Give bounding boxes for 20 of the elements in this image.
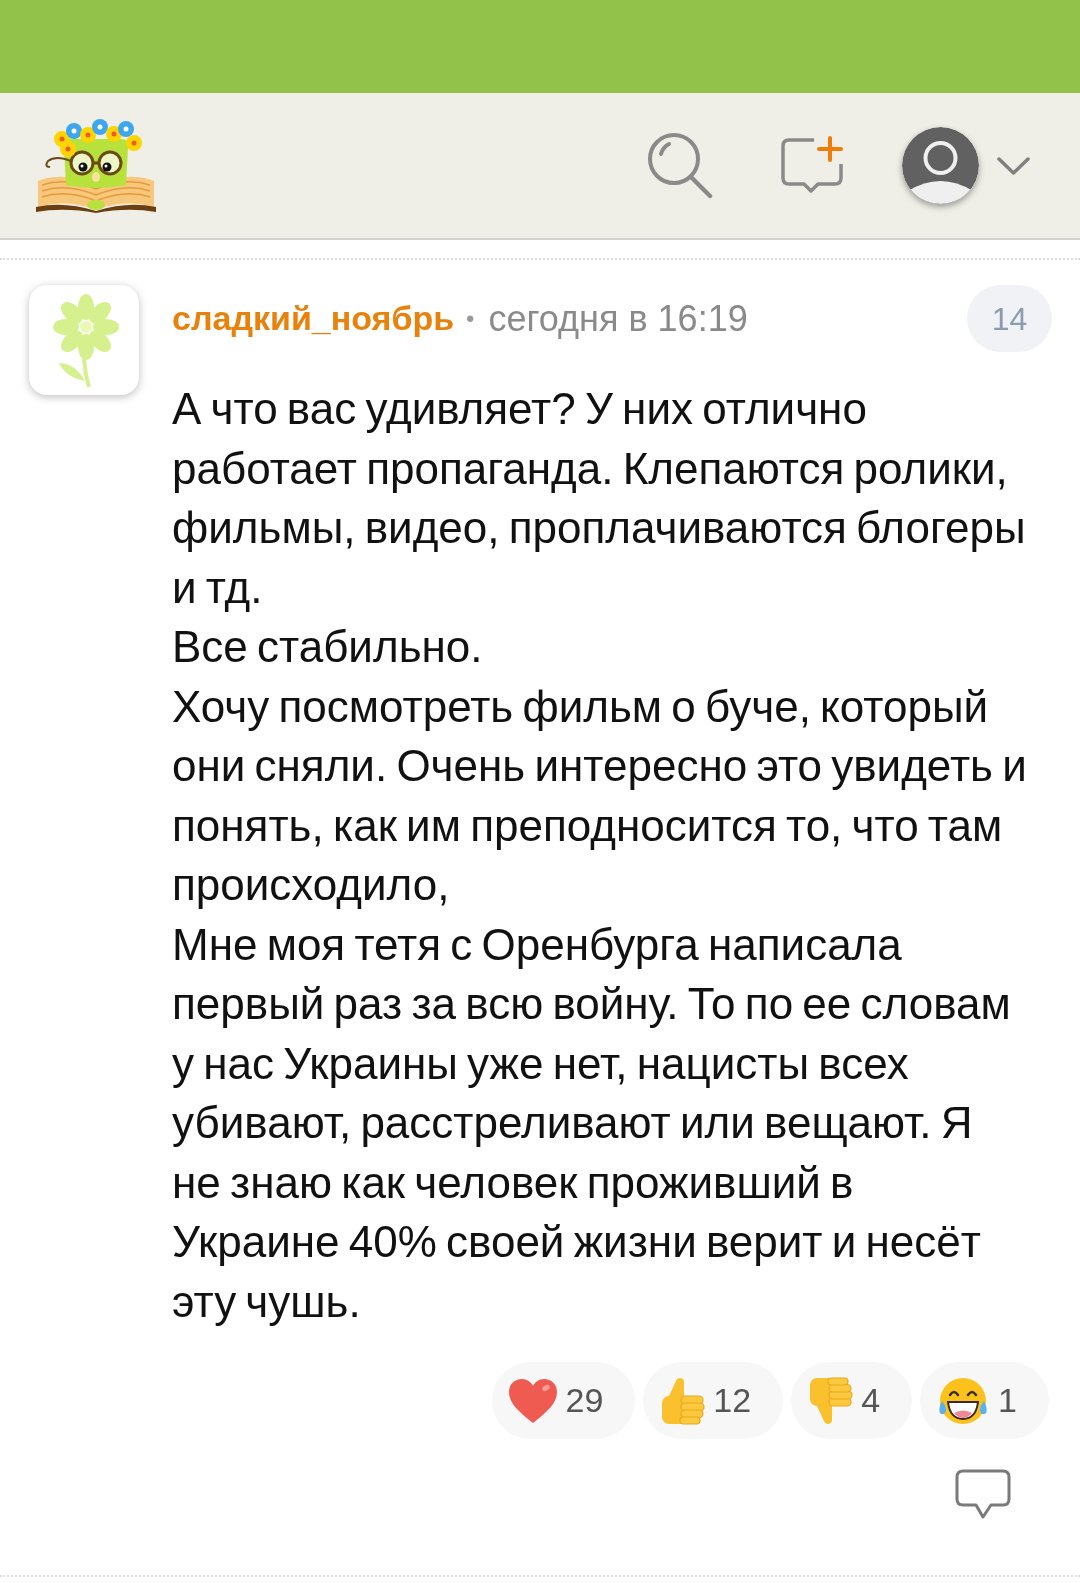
speech-bubble-icon[interactable] <box>955 1469 1011 1520</box>
chevron-down-icon[interactable] <box>997 156 1030 175</box>
reaction-button[interactable]: 1 <box>920 1362 1049 1439</box>
timestamp: сегодня в 16:19 <box>488 296 748 341</box>
reaction-button[interactable]: 4 <box>791 1362 913 1439</box>
comment-number: 14 <box>967 285 1052 352</box>
thumbs-up-icon <box>659 1375 706 1426</box>
comment-text: Хочу посмотреть фильм о буче, который они сняли. Очень интересно это увидеть и понять, как им преподносится то, что там происходило, <box>172 680 1028 911</box>
user-avatar-icon[interactable] <box>902 127 979 204</box>
thumbs-down-icon <box>807 1375 854 1426</box>
comment-text: Все стабильно. <box>172 621 484 673</box>
reaction-button[interactable]: 29 <box>491 1362 636 1439</box>
heart-icon <box>507 1377 558 1424</box>
speech-bubble-plus-icon[interactable] <box>780 135 844 196</box>
comment-text: Мне моя тетя с Оренбурга написала первый раз за всю войну. То по ее словам у нас Украины уже нет, нацисты всех убивают, расстреливают или вещают. Я не знаю как человек проживший в Украине 40% своей жизни верит и несёт эту чушь. <box>172 918 1012 1328</box>
separator-dot: • <box>466 303 475 334</box>
mascot-with-book-icon <box>34 118 158 213</box>
reaction-button[interactable]: 12 <box>643 1362 784 1439</box>
search-icon[interactable] <box>647 132 713 199</box>
comment-text: А что вас удивляет? У них отлично работает пропаганда. Клепаются ролики, фильмы, видео, проплачиваются блогеры и тд. <box>172 383 1027 614</box>
